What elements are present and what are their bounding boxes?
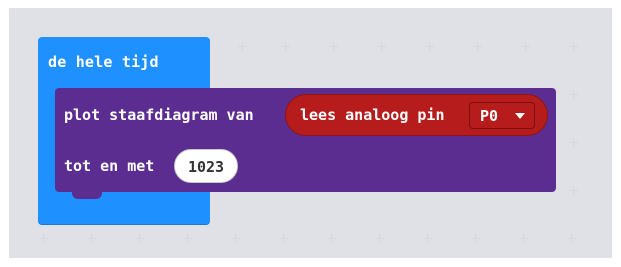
pin-dropdown-value: P0	[480, 107, 499, 125]
upto-number-value: 1023	[187, 158, 225, 176]
grid-marker	[238, 42, 247, 51]
grid-marker	[473, 42, 482, 51]
grid-marker	[569, 186, 578, 195]
plot-bar-graph-block-notch	[72, 191, 102, 199]
grid-marker	[567, 234, 576, 243]
grid-marker	[231, 234, 240, 243]
grid-marker	[569, 90, 578, 99]
grid-marker	[279, 234, 288, 243]
grid-marker	[135, 234, 144, 243]
grid-marker	[377, 42, 386, 51]
pin-dropdown[interactable]: P0	[469, 102, 535, 129]
grid-marker	[521, 42, 530, 51]
grid-marker	[569, 138, 578, 147]
grid-marker	[423, 234, 432, 243]
grid-marker	[281, 42, 290, 51]
grid-marker	[519, 234, 528, 243]
chevron-down-icon	[515, 113, 525, 119]
grid-marker	[375, 234, 384, 243]
analog-read-pin-label: lees analoog pin	[300, 106, 445, 124]
grid-marker	[329, 42, 338, 51]
grid-marker	[39, 234, 48, 243]
analog-read-pin-block[interactable]: lees analoog pin P0	[285, 94, 548, 136]
plot-bar-graph-label: plot staafdiagram van	[64, 106, 254, 124]
grid-marker	[569, 42, 578, 51]
grid-marker	[471, 234, 480, 243]
plot-bar-graph-upto-label: tot en met	[64, 157, 155, 175]
grid-marker	[327, 234, 336, 243]
forever-block-label: de hele tijd	[48, 53, 159, 71]
grid-marker	[425, 42, 434, 51]
grid-marker	[87, 234, 96, 243]
upto-number-input[interactable]: 1023	[174, 149, 238, 183]
grid-marker	[183, 234, 192, 243]
